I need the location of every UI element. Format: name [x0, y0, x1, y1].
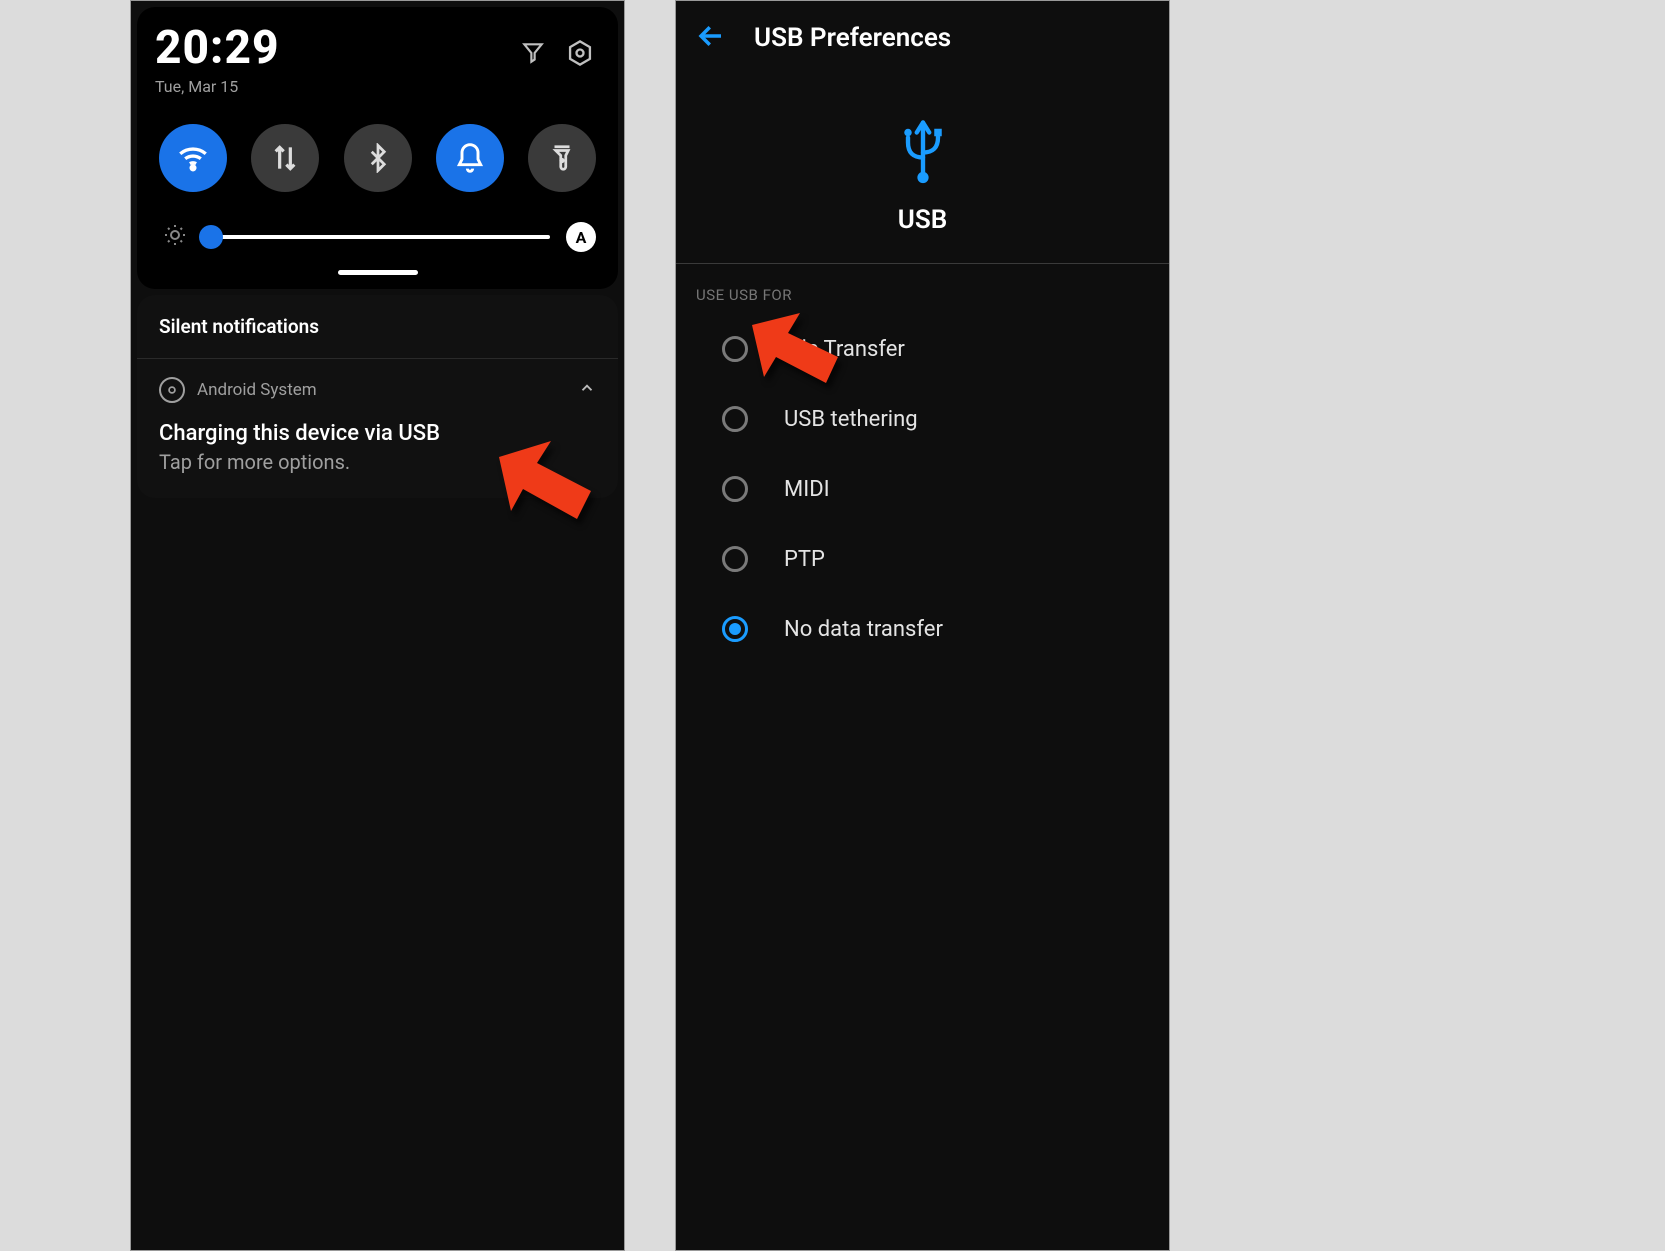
notification-source-row[interactable]: Android System	[137, 359, 618, 421]
brightness-slider-thumb[interactable]	[199, 225, 223, 249]
brightness-icon	[163, 223, 187, 251]
quick-settings-panel: 20:29 Tue, Mar 15	[137, 7, 618, 289]
annotation-arrow-right	[746, 313, 846, 397]
brightness-slider-row: A	[155, 222, 600, 252]
radio-icon	[722, 336, 748, 362]
usb-preferences-header: USB Preferences	[676, 1, 1169, 75]
auto-brightness-toggle[interactable]: A	[566, 222, 596, 252]
tile-bluetooth[interactable]	[344, 124, 412, 192]
option-label: MIDI	[784, 477, 830, 502]
option-ptp[interactable]: PTP	[676, 524, 1169, 594]
option-label: PTP	[784, 547, 825, 572]
phone-usb-preferences: USB Preferences USB USE USB FOR File Tra…	[675, 0, 1170, 1251]
option-midi[interactable]: MIDI	[676, 454, 1169, 524]
option-label: No data transfer	[784, 617, 943, 642]
annotation-arrow-left	[495, 441, 605, 535]
status-time: 20:29	[155, 25, 280, 71]
tile-do-not-disturb[interactable]	[436, 124, 504, 192]
page-title: USB Preferences	[754, 23, 951, 53]
notification-source-label: Android System	[197, 380, 317, 400]
android-system-icon	[159, 377, 185, 403]
radio-icon	[722, 406, 748, 432]
chevron-up-icon[interactable]	[578, 379, 596, 402]
panel-drag-handle[interactable]	[338, 270, 418, 275]
radio-icon	[722, 476, 748, 502]
usb-trident-icon	[676, 115, 1169, 185]
phone-notification-shade: 20:29 Tue, Mar 15	[130, 0, 625, 1251]
usb-hero-label: USB	[676, 205, 1169, 235]
usb-hero: USB	[676, 75, 1169, 263]
settings-gear-icon[interactable]	[566, 39, 594, 71]
radio-icon-selected	[722, 616, 748, 642]
option-label: USB tethering	[784, 407, 918, 432]
filter-icon[interactable]	[520, 40, 546, 70]
back-arrow-icon[interactable]	[696, 21, 726, 55]
radio-icon	[722, 546, 748, 572]
blurred-wallpaper	[131, 493, 624, 1250]
option-no-data-transfer[interactable]: No data transfer	[676, 594, 1169, 664]
tile-wifi[interactable]	[159, 124, 227, 192]
quick-settings-tiles	[155, 124, 600, 192]
silent-notifications-header: Silent notifications	[137, 295, 618, 358]
tile-flashlight[interactable]	[528, 124, 596, 192]
brightness-slider[interactable]	[203, 235, 550, 239]
tile-mobile-data[interactable]	[251, 124, 319, 192]
status-date: Tue, Mar 15	[155, 77, 280, 96]
section-label-use-usb-for: USE USB FOR	[676, 264, 1169, 314]
